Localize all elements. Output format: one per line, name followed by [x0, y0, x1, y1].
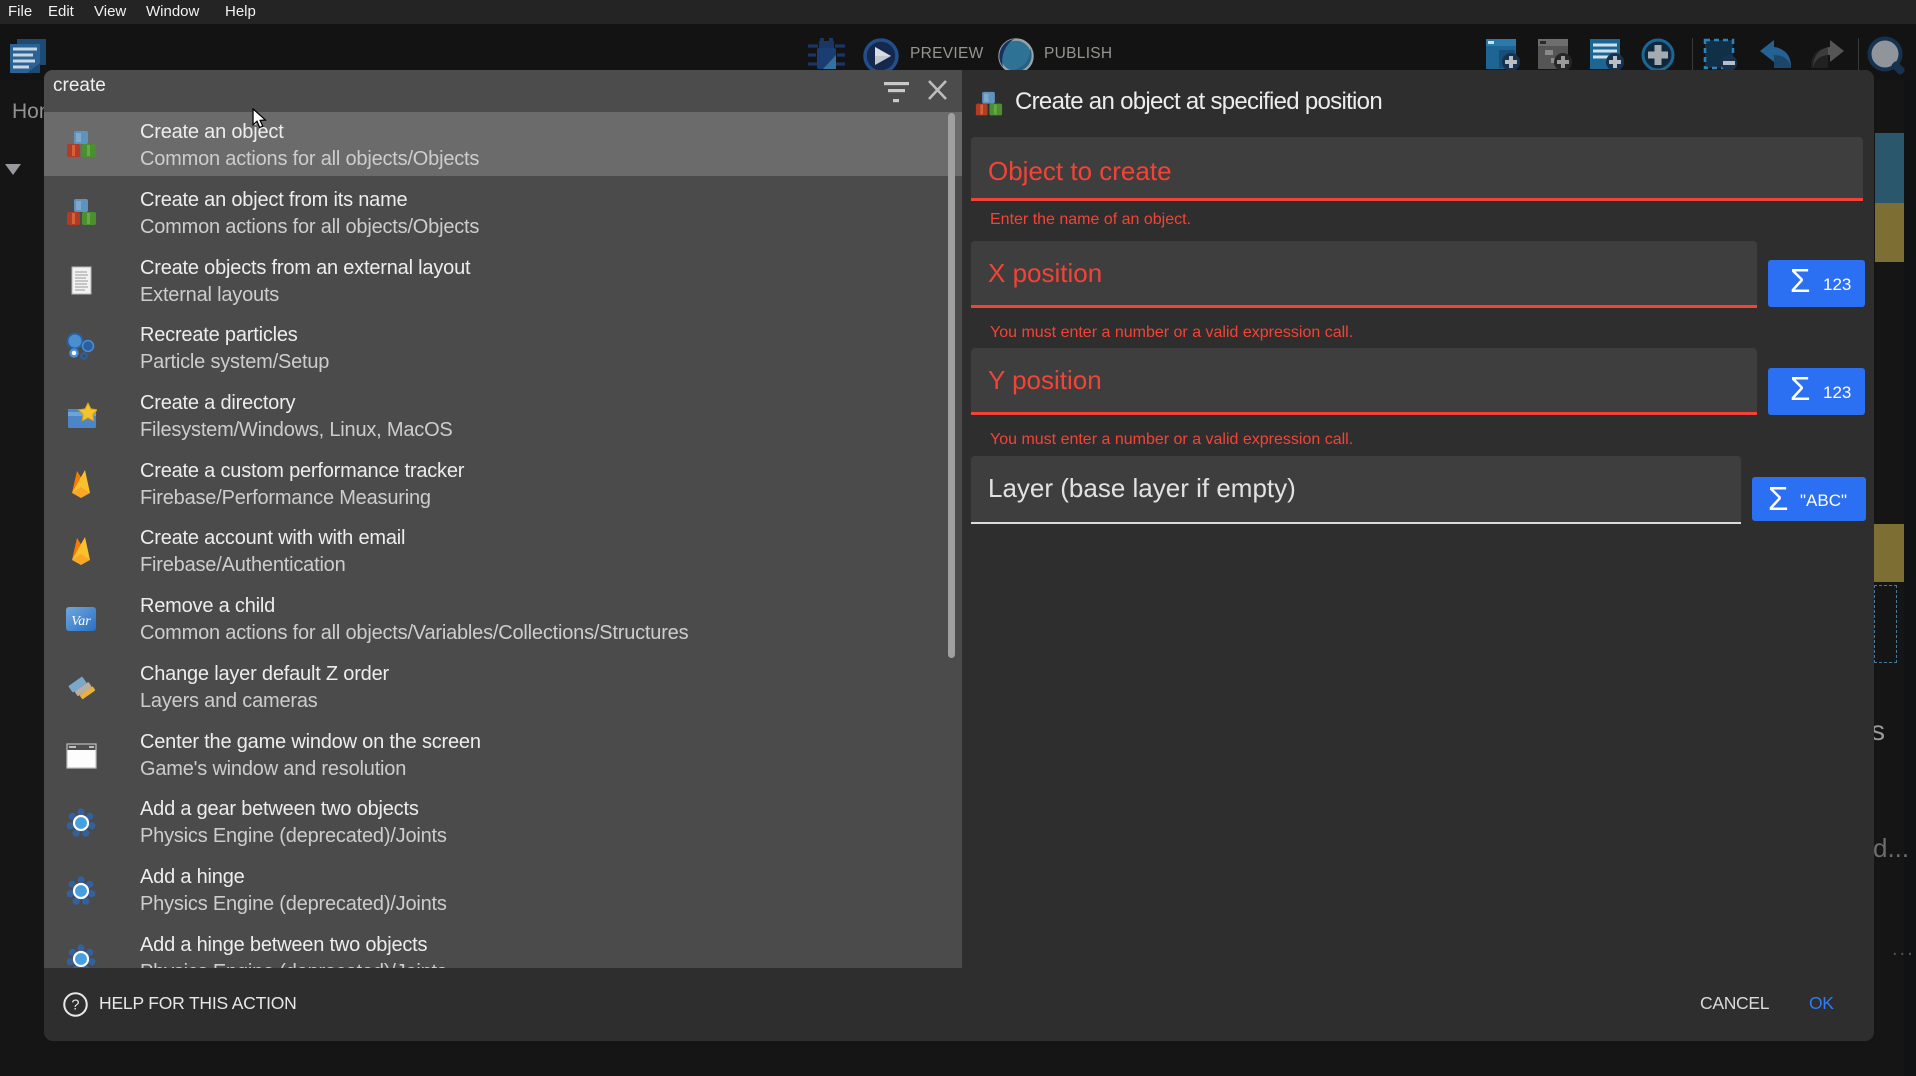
- svg-text:?: ?: [71, 998, 79, 1014]
- svg-text:Var: Var: [71, 614, 91, 629]
